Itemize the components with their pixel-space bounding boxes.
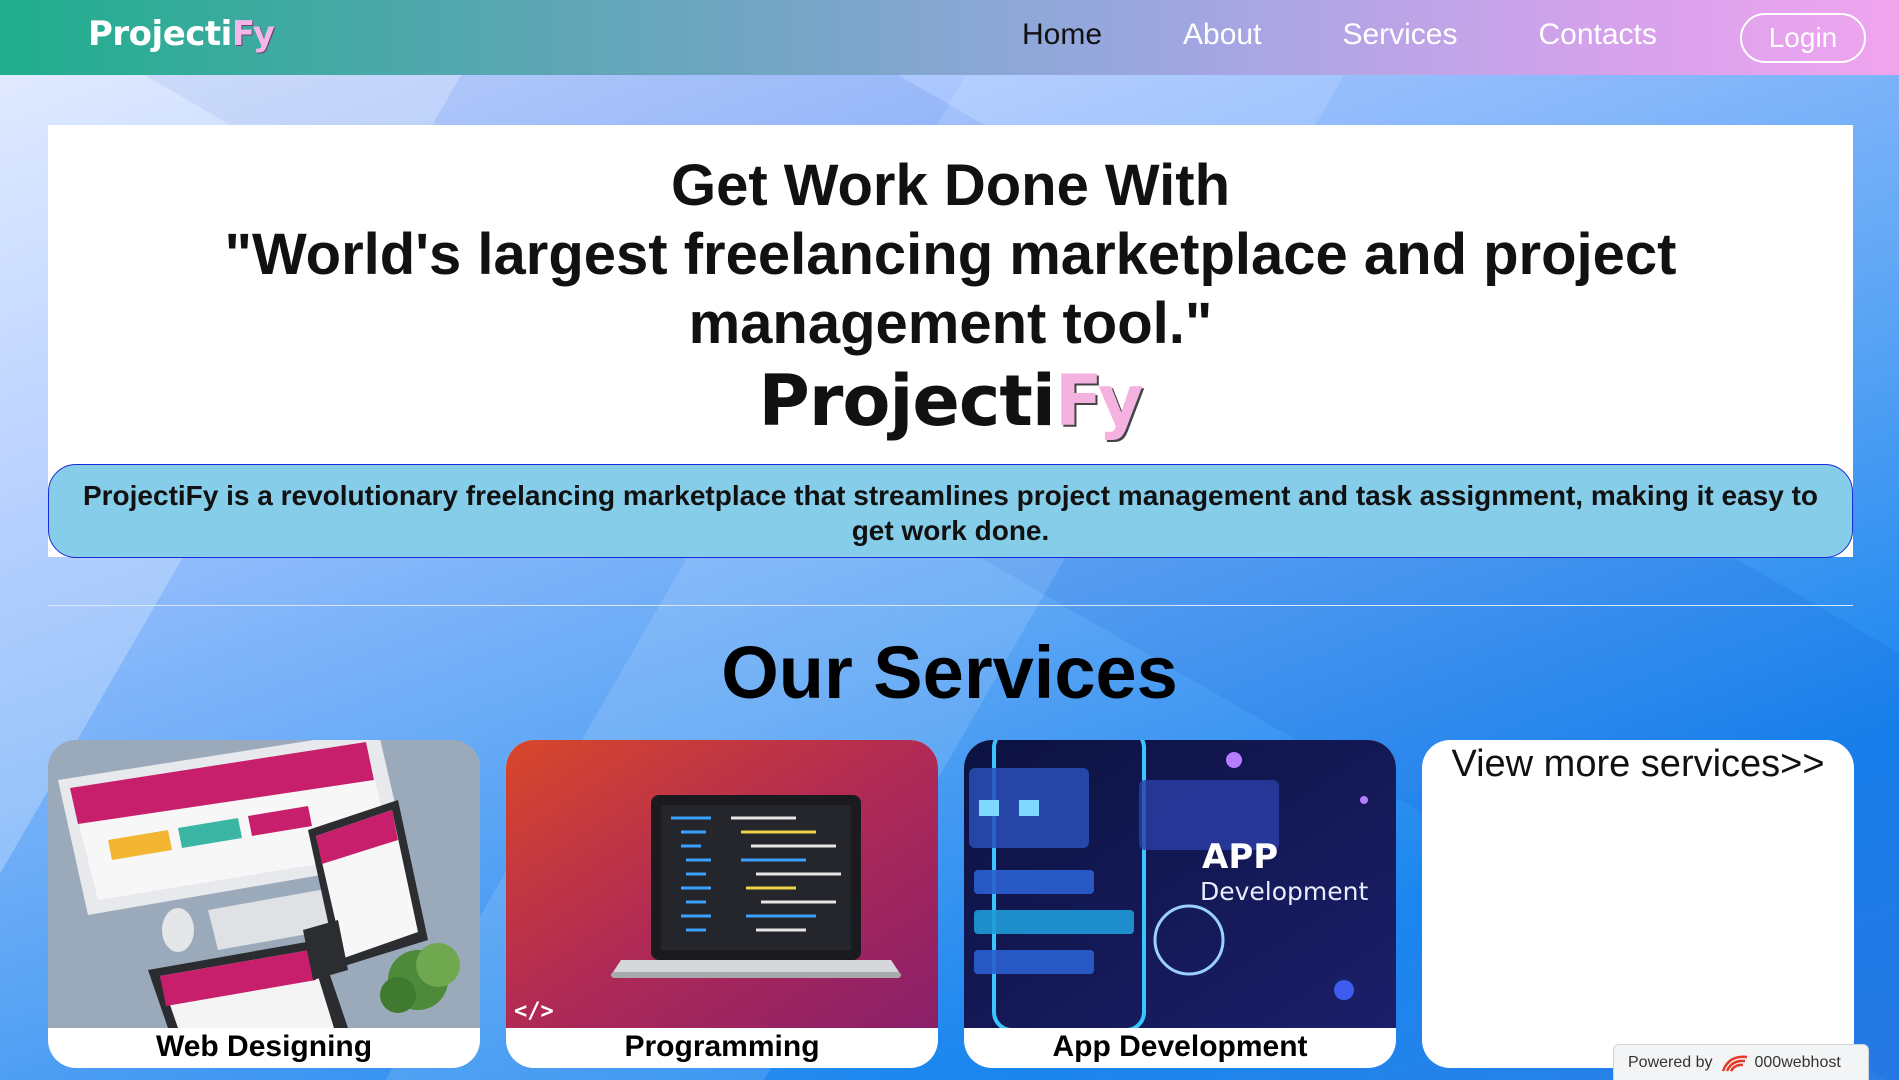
hero-description: ProjectiFy is a revolutionary freelancin… [48, 464, 1853, 558]
hero-brand-main: Projecti [758, 360, 1056, 442]
devices-mockup-icon [48, 740, 480, 1028]
app-image-subtitle: Development [1200, 877, 1368, 906]
hero-section: Get Work Done With "World's largest free… [48, 125, 1853, 558]
app-image-title: APP [1202, 837, 1278, 877]
hero-title-line-1: Get Work Done With [670, 153, 1231, 218]
view-more-services-link[interactable]: View more services>> [1422, 740, 1854, 787]
service-card-programming[interactable]: </> Programming [506, 740, 938, 1068]
service-card-app-development[interactable]: APP Development App Development [964, 740, 1396, 1068]
hosting-badge-prefix: Powered by [1628, 1053, 1713, 1071]
webhost-logo-icon [1721, 1055, 1747, 1072]
hero-brand-accent: Fy [1054, 360, 1144, 442]
service-card-web-designing[interactable]: Web Designing [48, 740, 480, 1068]
nav-link-contacts[interactable]: Contacts [1538, 18, 1656, 52]
nav-link-home[interactable]: Home [1022, 18, 1102, 52]
nav-link-about[interactable]: About [1183, 18, 1261, 52]
hero-title: Get Work Done With "World's largest free… [48, 125, 1853, 358]
services-title: Our Services [721, 631, 1178, 714]
service-card-label: Programming [624, 1030, 820, 1063]
navbar: ProjectiFy Home About Services Contacts … [0, 0, 1899, 75]
svg-text:</>: </> [514, 999, 554, 1024]
service-card-label: App Development [1052, 1030, 1308, 1063]
brand-logo[interactable]: ProjectiFy [88, 14, 275, 54]
hero-title-line-2: "World's largest freelancing marketplace… [224, 222, 1677, 287]
brand-logo-main: Projecti [88, 14, 232, 54]
hero-brand-logo: ProjectiFy [48, 360, 1853, 442]
hero-title-line-3: management tool." [688, 291, 1213, 356]
nav-links: Home About Services Contacts [1022, 18, 1738, 52]
nav-link-services[interactable]: Services [1342, 18, 1457, 52]
hosting-badge-provider: 000webhost [1754, 1053, 1841, 1071]
login-button[interactable]: Login [1740, 13, 1866, 63]
hosting-badge[interactable]: Powered by 000webhost [1613, 1044, 1869, 1080]
laptop-code-icon: </> [506, 740, 938, 1028]
service-card-label: Web Designing [155, 1030, 373, 1063]
mobile-app-icon: APP Development [964, 740, 1396, 1028]
brand-logo-accent: Fy [231, 14, 275, 54]
view-more-services-card[interactable]: View more services>> [1422, 740, 1854, 1068]
section-divider [48, 605, 1853, 606]
